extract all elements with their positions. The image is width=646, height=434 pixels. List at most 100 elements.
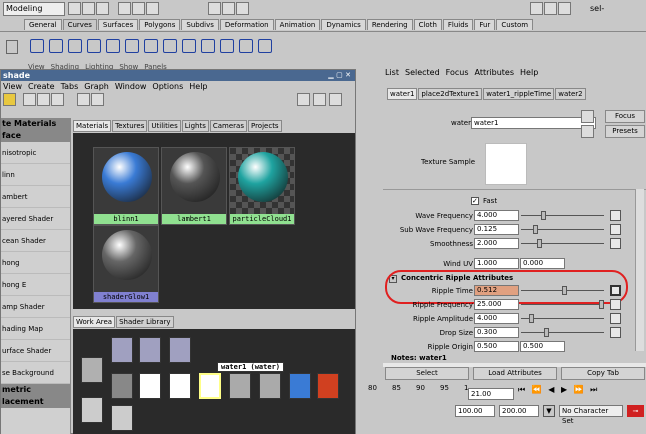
menu-view[interactable]: View (3, 82, 22, 91)
shelf-tab-animation[interactable]: Animation (274, 19, 321, 30)
slider-thumb[interactable] (541, 211, 546, 220)
fast-checkbox[interactable]: ✓ (471, 197, 479, 205)
map-button[interactable] (610, 285, 621, 296)
ae-node-name[interactable]: water1 (471, 117, 596, 129)
ae-menu-help[interactable]: Help (520, 68, 538, 77)
save-scene-icon[interactable] (96, 2, 109, 15)
ae-tab[interactable]: place2dTexture1 (418, 88, 483, 100)
tab-projects[interactable]: Projects (247, 120, 282, 132)
time-slider[interactable]: 80 85 90 95 1 (360, 382, 474, 400)
create-list-item[interactable]: cean Shader (1, 230, 70, 252)
shading-node[interactable] (229, 373, 251, 399)
attr-slider[interactable] (521, 313, 604, 324)
rebuild-icon[interactable] (220, 39, 234, 53)
create-list-item[interactable]: face (1, 130, 70, 142)
shelf-tab-rendering[interactable]: Rendering (366, 19, 413, 30)
arc2-icon[interactable] (144, 39, 158, 53)
slider-thumb[interactable] (533, 225, 538, 234)
layout-both-icon[interactable] (329, 93, 342, 106)
new-scene-icon[interactable] (68, 2, 81, 15)
slider-thumb[interactable] (562, 286, 567, 295)
slider-thumb[interactable] (529, 314, 534, 323)
select-object-icon[interactable] (132, 2, 145, 15)
create-list-item[interactable]: te Materials (1, 118, 70, 130)
shelf-tab-dynamics[interactable]: Dynamics (321, 19, 366, 30)
shelf-tab-polygons[interactable]: Polygons (139, 19, 181, 30)
attr-slider[interactable] (521, 224, 604, 235)
character-set-field[interactable]: No Character Set (559, 405, 623, 425)
map-button[interactable] (610, 299, 621, 310)
render-globals-icon[interactable] (558, 2, 571, 15)
create-list-item[interactable]: urface Shader (1, 340, 70, 362)
ae-menu-focus[interactable]: Focus (446, 68, 469, 77)
ipr-render-icon[interactable] (544, 2, 557, 15)
menu-help[interactable]: Help (189, 82, 207, 91)
shelf-tab-fur[interactable]: Fur (474, 19, 496, 30)
tabs-icon[interactable] (77, 93, 90, 106)
shading-node[interactable] (139, 337, 161, 363)
create-list-item[interactable]: linn (1, 164, 70, 186)
material-swatch[interactable]: blinn1 (93, 147, 159, 225)
window-controls[interactable]: ▁ ▢ ✕ (328, 70, 351, 81)
input-connections-icon[interactable] (91, 93, 104, 106)
range-start-field[interactable]: 100.00 (455, 405, 495, 417)
shelf-menu-icon[interactable] (6, 40, 18, 54)
tab-materials[interactable]: Materials (73, 120, 112, 132)
shelf-tab-cloth[interactable]: Cloth (413, 19, 442, 30)
shading-node[interactable] (199, 373, 221, 399)
shading-node[interactable] (169, 337, 191, 363)
work-area[interactable]: water1 (water) (73, 329, 355, 434)
create-list-item[interactable]: metric (1, 384, 70, 396)
shading-node[interactable] (289, 373, 311, 399)
current-frame-field[interactable]: 21.00 (468, 388, 514, 400)
shading-node[interactable] (317, 373, 339, 399)
map-button[interactable] (610, 313, 621, 324)
select-component-icon[interactable] (146, 2, 159, 15)
shelf-tab-deformation[interactable]: Deformation (219, 19, 274, 30)
attr-value-field[interactable]: 0.125 (474, 224, 519, 235)
attr-slider[interactable] (521, 285, 604, 296)
pencil-curve-icon[interactable] (106, 39, 120, 53)
attr-value-field-2[interactable]: 0.500 (520, 341, 565, 352)
map-button[interactable] (610, 238, 621, 249)
square-icon[interactable] (49, 39, 63, 53)
create-list-item[interactable]: amp Shader (1, 296, 70, 318)
focus-input-icon[interactable] (581, 110, 594, 123)
ae-tab[interactable]: water1_rippleTime (483, 88, 555, 100)
copy-tab-button[interactable]: Copy Tab (561, 367, 645, 380)
shelf-tab-surfaces[interactable]: Surfaces (97, 19, 139, 30)
cv-curve-icon[interactable] (68, 39, 82, 53)
offset-curve-icon[interactable] (182, 39, 196, 53)
attr-value-field[interactable]: 0.300 (474, 327, 519, 338)
tab-work-1[interactable]: Shader Library (116, 316, 174, 328)
render-icon[interactable] (530, 2, 543, 15)
layout-top-icon[interactable] (297, 93, 310, 106)
ae-menu-selected[interactable]: Selected (405, 68, 440, 77)
ae-tab[interactable]: water2 (555, 88, 586, 100)
focus-output-icon[interactable] (581, 125, 594, 138)
playback-controls[interactable]: ⏮ ⏪ ◀ ▶ ⏩ ⏭ (518, 385, 646, 401)
attr-value-field[interactable]: 0.500 (474, 341, 519, 352)
snap-curve-icon[interactable] (222, 2, 235, 15)
map-button[interactable] (610, 210, 621, 221)
wind-u-field[interactable]: 1.000 (474, 258, 519, 269)
material-swatch[interactable]: lambert1 (161, 147, 227, 225)
shelf-tab-curves[interactable]: Curves (62, 19, 97, 30)
focus-button[interactable]: Focus (605, 110, 645, 123)
create-list-item[interactable]: nisotropic (1, 142, 70, 164)
attr-value-field[interactable]: 4.000 (474, 210, 519, 221)
menu-graph[interactable]: Graph (84, 82, 109, 91)
arrow-icon[interactable] (3, 93, 16, 106)
create-list-item[interactable]: ambert (1, 186, 70, 208)
select-hierarchy-icon[interactable] (118, 2, 131, 15)
tab-textures[interactable]: Textures (112, 120, 148, 132)
insert-knot-icon[interactable] (258, 39, 272, 53)
create-list-item[interactable]: hong (1, 252, 70, 274)
material-swatch[interactable]: particleCloud1 (229, 147, 295, 225)
clear-graph-icon[interactable] (51, 93, 64, 106)
attr-value-field[interactable]: 4.000 (474, 313, 519, 324)
create-bar-icon[interactable] (23, 93, 36, 106)
tab-lights[interactable]: Lights (181, 120, 209, 132)
range-slider-arrow-icon[interactable]: ▼ (543, 405, 555, 417)
attr-slider[interactable] (521, 327, 604, 338)
